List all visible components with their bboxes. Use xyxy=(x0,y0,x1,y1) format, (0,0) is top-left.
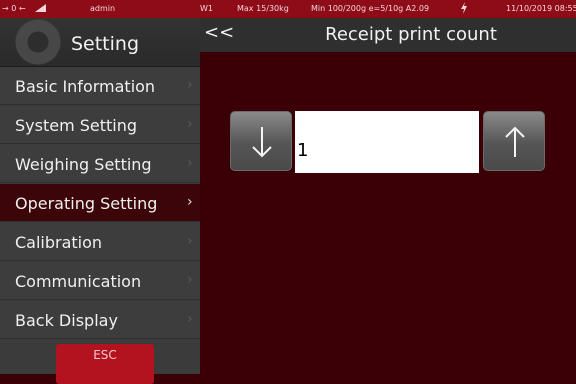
decrement-button[interactable] xyxy=(230,111,292,171)
sidebar-item-label: Communication xyxy=(15,272,142,291)
sidebar-header: Setting xyxy=(0,12,200,72)
sidebar-item-system-setting[interactable]: System Setting › xyxy=(0,106,200,144)
chevron-right-icon: › xyxy=(187,233,193,249)
capacity-label: Max 15/30kg xyxy=(237,4,289,13)
spec-label: Min 100/200g e=5/10g A2.09 xyxy=(311,4,430,13)
sidebar-item-label: Weighing Setting xyxy=(15,155,152,174)
sidebar-item-label: Operating Setting xyxy=(15,194,158,213)
sidebar-item-label: Calibration xyxy=(15,233,103,252)
sidebar-item-back-display[interactable]: Back Display › xyxy=(0,301,200,339)
status-bar: → 0 ← admin W1 Max 15/30kg Min 100/200g … xyxy=(0,0,576,18)
lightning-icon xyxy=(460,2,468,16)
arrow-down-icon xyxy=(252,127,272,158)
chevron-right-icon: › xyxy=(187,272,193,288)
chevron-right-icon: › xyxy=(187,311,193,327)
back-button[interactable]: << xyxy=(204,22,234,43)
sidebar-item-communication[interactable]: Communication › xyxy=(0,262,200,300)
sidebar-item-basic-information[interactable]: Basic Information › xyxy=(0,67,200,105)
user-label: admin xyxy=(90,4,116,13)
chevron-right-icon: › xyxy=(187,155,193,171)
sidebar-item-label: Back Display xyxy=(15,311,118,330)
weighing-indicators: → 0 ← xyxy=(2,4,26,13)
sidebar-item-label: Basic Information xyxy=(15,77,156,96)
sidebar-item-weighing-setting[interactable]: Weighing Setting › xyxy=(0,145,200,183)
arrow-up-icon xyxy=(505,126,525,157)
datetime-label: 11/10/2019 08:55 xyxy=(506,4,576,13)
page-title: Receipt print count xyxy=(325,24,497,45)
chevron-right-icon: › xyxy=(187,194,193,210)
chevron-right-icon: › xyxy=(187,116,193,132)
print-count-input[interactable] xyxy=(295,111,479,173)
scale-id: W1 xyxy=(200,4,213,13)
esc-button[interactable]: ESC xyxy=(56,344,154,384)
chevron-right-icon: › xyxy=(187,77,193,93)
increment-button[interactable] xyxy=(483,111,545,171)
sidebar-item-calibration[interactable]: Calibration › xyxy=(0,223,200,261)
sidebar-item-label: System Setting xyxy=(15,116,138,135)
sidebar: Setting Basic Information › System Setti… xyxy=(0,12,200,374)
sidebar-item-operating-setting[interactable]: Operating Setting › xyxy=(0,184,200,222)
sidebar-title: Setting xyxy=(70,33,140,55)
main-panel: << Receipt print count xyxy=(200,18,576,374)
main-header: << Receipt print count xyxy=(200,18,576,52)
